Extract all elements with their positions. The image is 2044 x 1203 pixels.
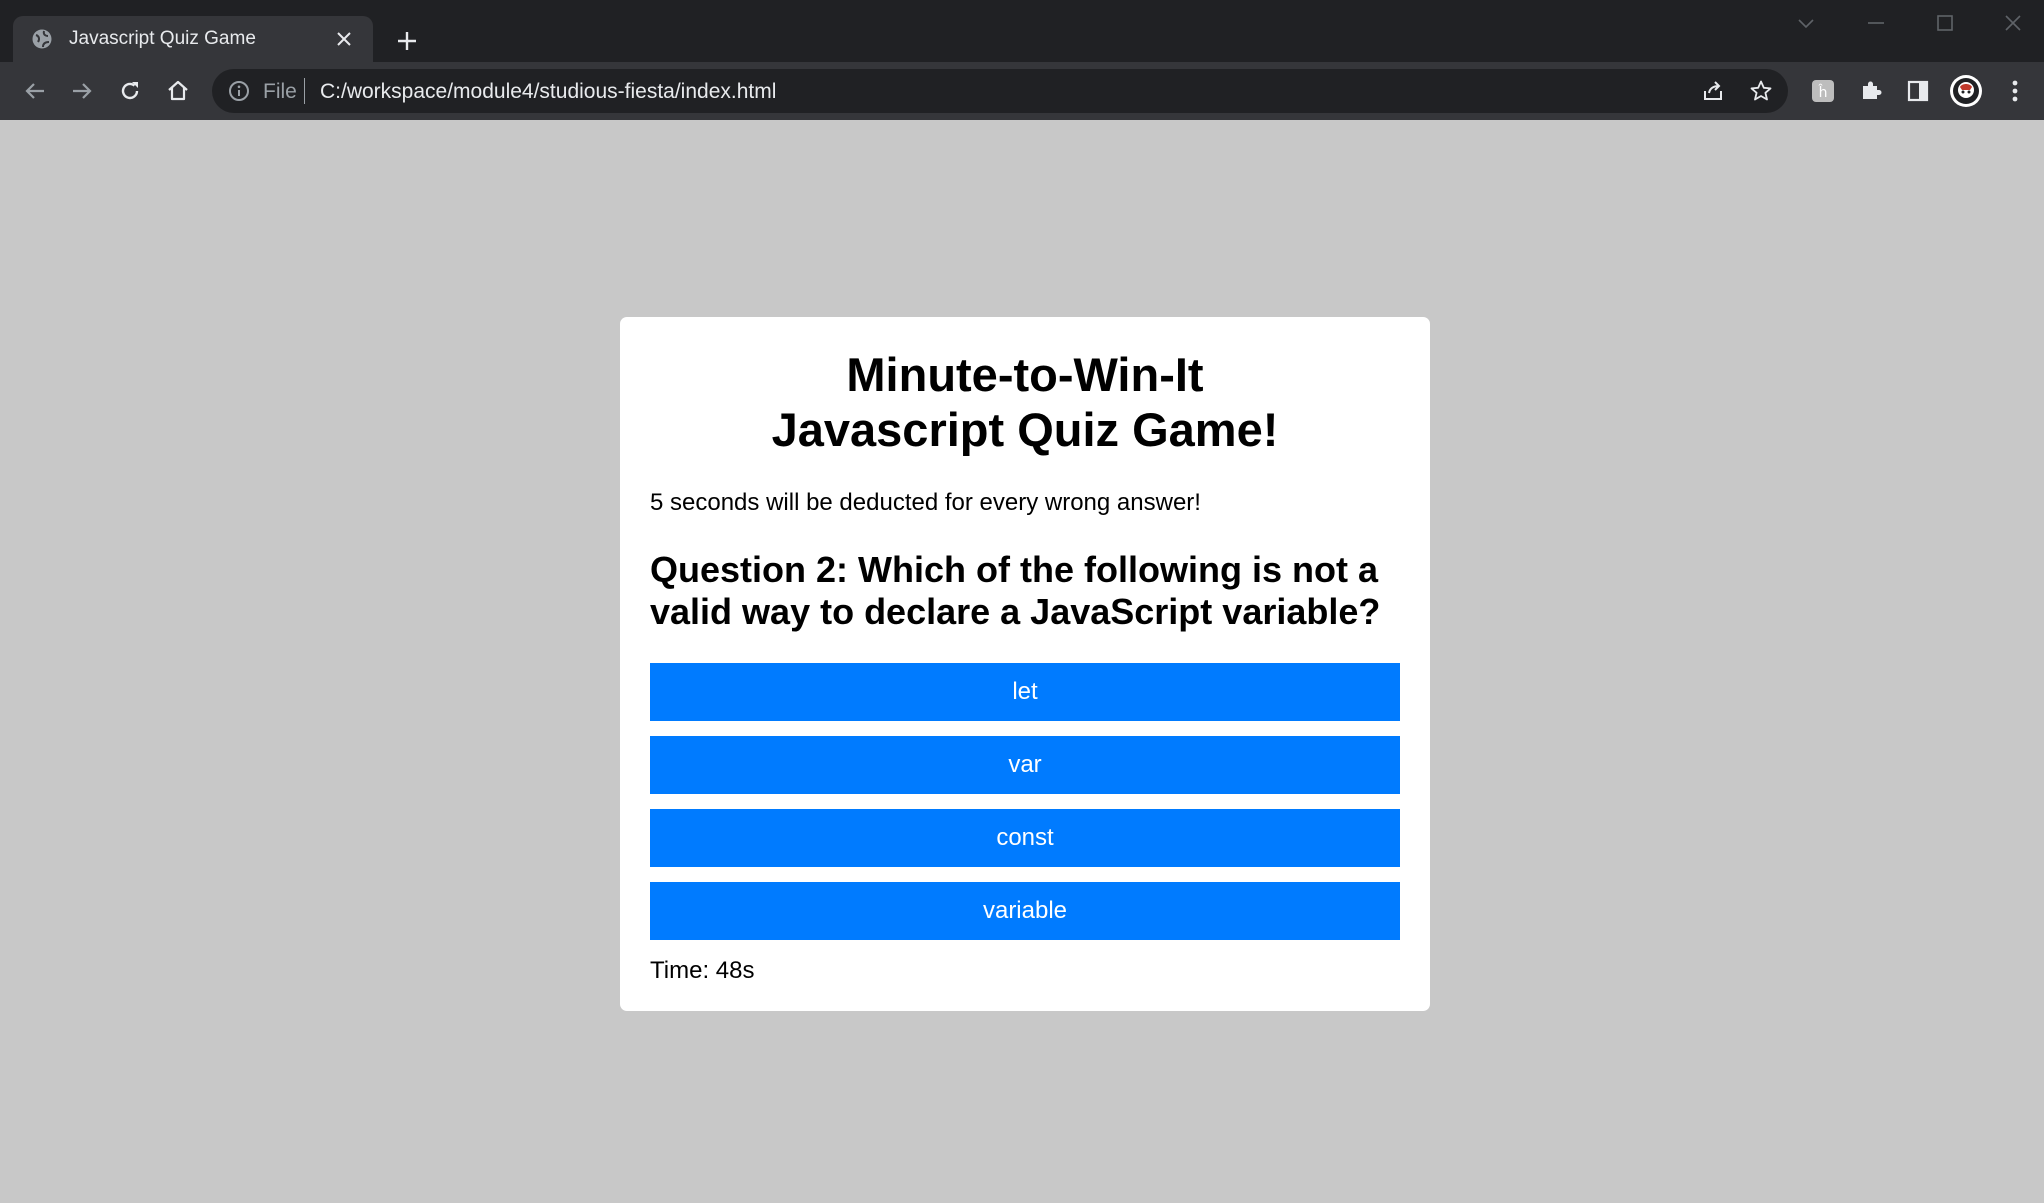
home-icon[interactable] (159, 72, 197, 110)
svg-text:ĥ: ĥ (1818, 83, 1828, 101)
avatar[interactable] (1947, 72, 1985, 110)
answer-list: let var const variable (650, 663, 1400, 940)
penalty-note: 5 seconds will be deducted for every wro… (650, 489, 1201, 516)
plus-icon[interactable] (390, 24, 424, 58)
url-scheme: File (263, 80, 297, 103)
globe-icon (31, 28, 53, 50)
forward-arrow-icon[interactable] (63, 72, 101, 110)
extension-icon[interactable]: ĥ (1804, 72, 1842, 110)
side-panel-icon[interactable] (1899, 72, 1937, 110)
address-bar[interactable]: File C:/workspace/module4/studious-fiest… (212, 69, 1788, 113)
back-arrow-icon[interactable] (16, 72, 54, 110)
timer: Time: 48s (650, 957, 755, 984)
answer-button[interactable]: let (650, 663, 1400, 721)
url-separator (304, 78, 305, 104)
tab-strip: Javascript Quiz Game (0, 0, 2044, 62)
browser-toolbar: File C:/workspace/module4/studious-fiest… (0, 62, 2044, 120)
quiz-title-line2: Javascript Quiz Game! (771, 403, 1279, 456)
kebab-menu-icon[interactable] (1996, 72, 2034, 110)
answer-button[interactable]: const (650, 809, 1400, 867)
window-close-icon[interactable] (1993, 8, 2033, 38)
share-icon[interactable] (1698, 76, 1728, 106)
page-viewport: Minute-to-Win-It Javascript Quiz Game! 5… (0, 120, 2044, 1203)
puzzle-icon[interactable] (1852, 72, 1890, 110)
quiz-title-line1: Minute-to-Win-It (846, 348, 1204, 401)
close-icon[interactable] (329, 24, 359, 54)
minimize-icon[interactable] (1856, 8, 1896, 38)
tab-title: Javascript Quiz Game (69, 28, 256, 49)
quiz-card: Minute-to-Win-It Javascript Quiz Game! 5… (620, 317, 1430, 1011)
browser-tab[interactable]: Javascript Quiz Game (13, 16, 373, 62)
info-icon[interactable] (226, 78, 252, 104)
maximize-icon[interactable] (1925, 8, 1965, 38)
chevron-down-icon[interactable] (1786, 8, 1826, 38)
star-icon[interactable] (1746, 76, 1776, 106)
answer-button[interactable]: variable (650, 882, 1400, 940)
question-text: Question 2: Which of the following is no… (650, 549, 1381, 632)
answer-button[interactable]: var (650, 736, 1400, 794)
url-text[interactable]: C:/workspace/module4/studious-fiesta/ind… (320, 80, 776, 104)
reload-icon[interactable] (111, 72, 149, 110)
quiz-title: Minute-to-Win-It Javascript Quiz Game! (650, 347, 1400, 457)
